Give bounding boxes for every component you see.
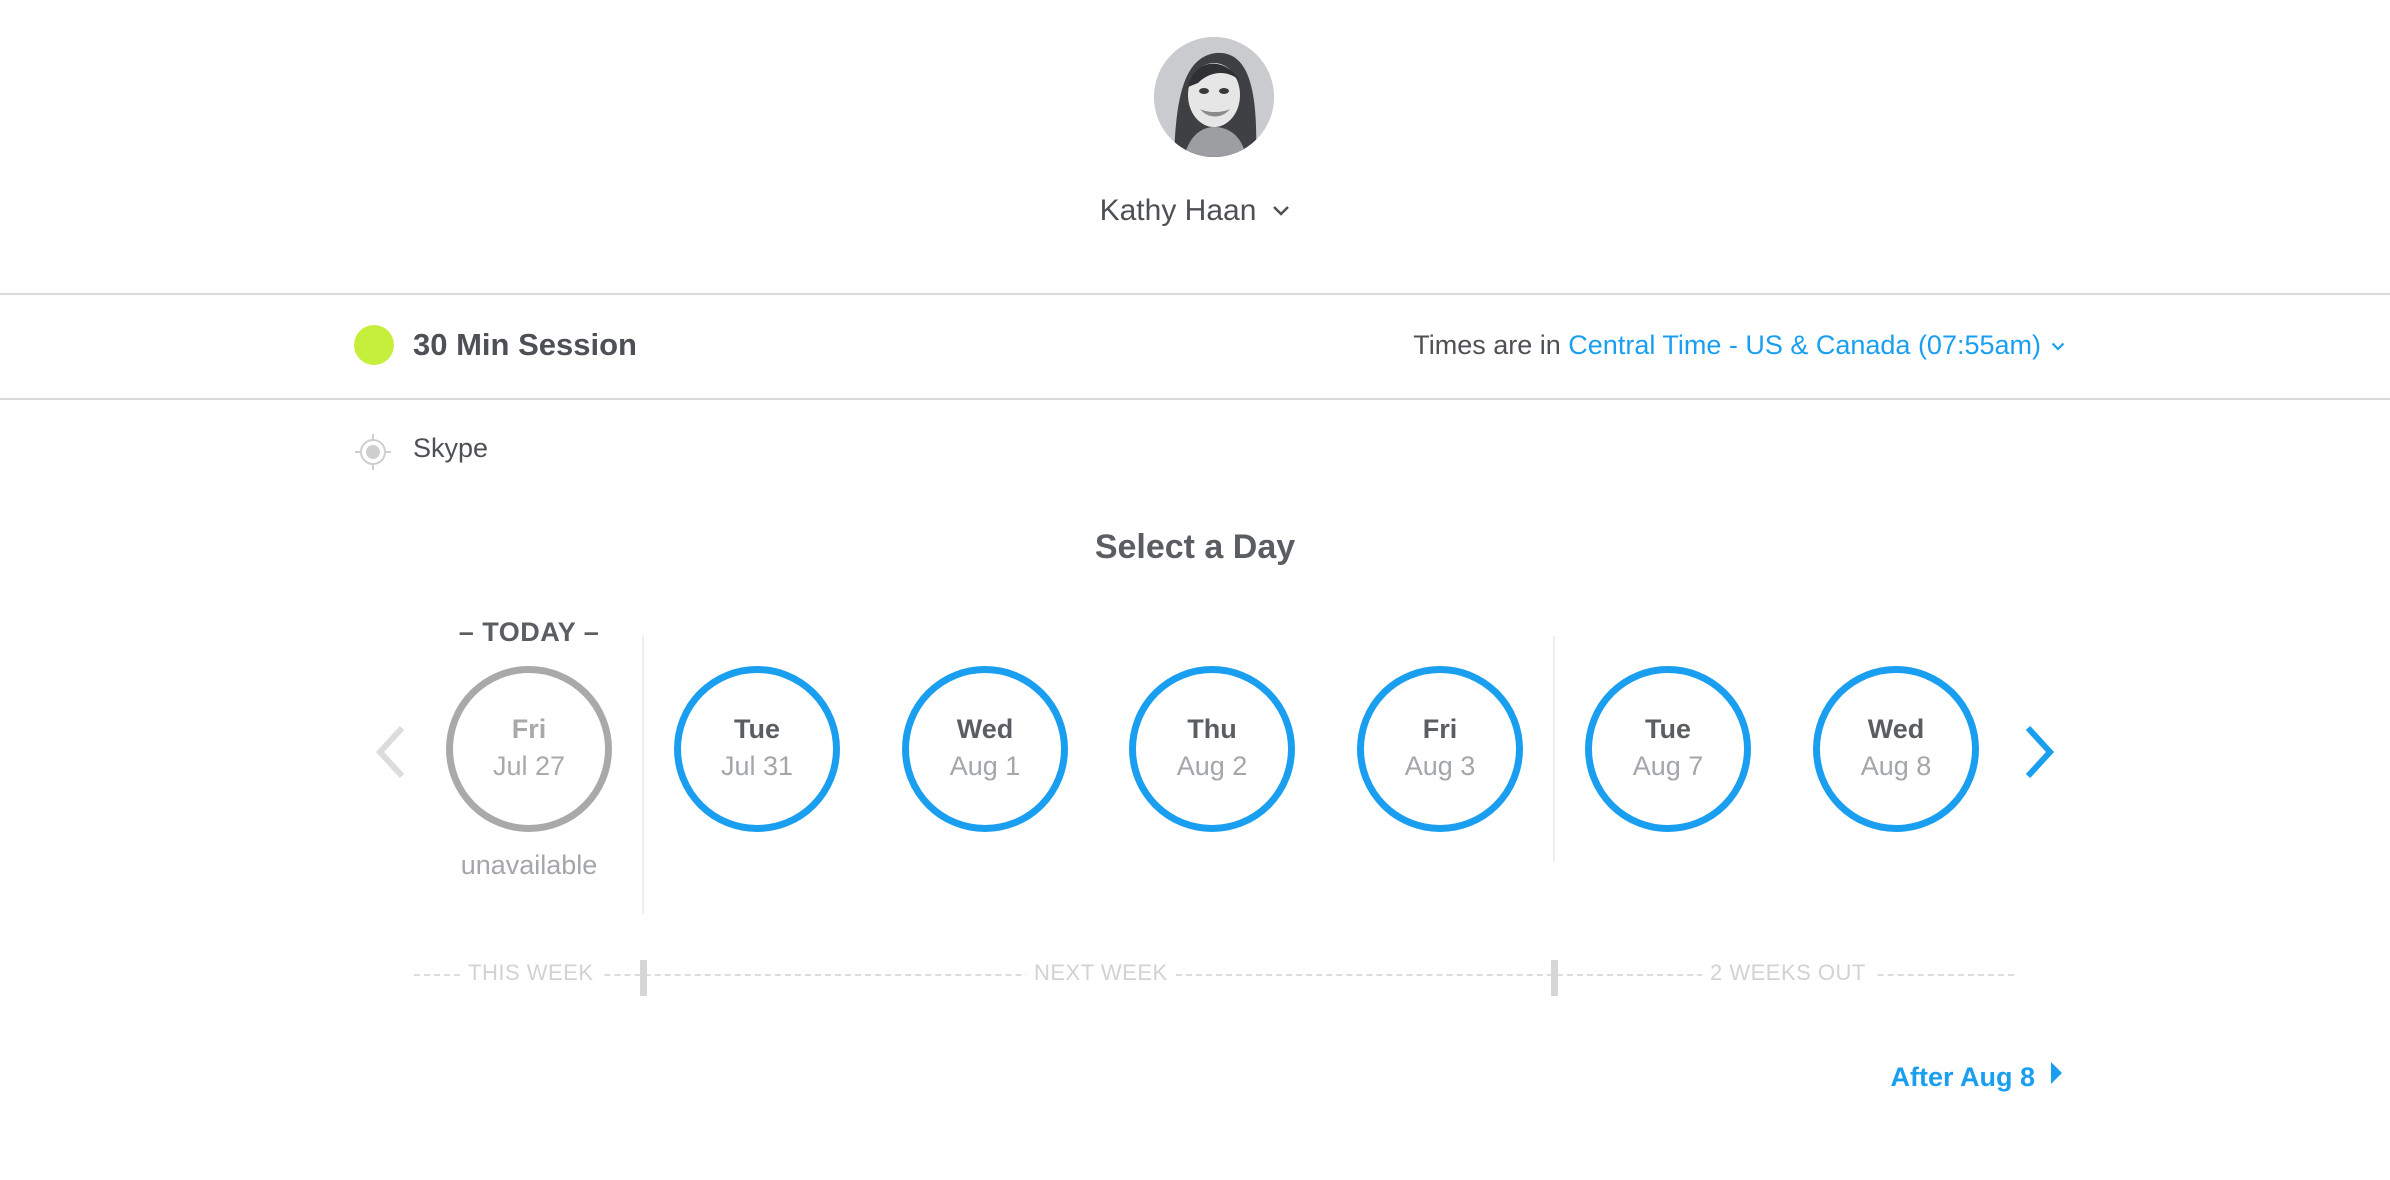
week-separator [1553,636,1555,862]
day-name: Fri [1422,714,1458,744]
scheduling-page: Kathy Haan 30 Min Session Times are in C… [0,0,2390,1180]
this-week-label: THIS WEEK [460,960,602,986]
day-name: Fri [511,714,547,744]
week-tick [640,960,647,996]
chevron-down-icon [1272,190,1290,224]
week-separator [642,636,644,914]
day-tue-aug-7[interactable]: Tue Aug 7 [1585,666,1751,832]
host-selector[interactable]: Kathy Haan [0,190,2390,228]
location-label: Skype [413,433,489,463]
day-fri-jul-27: Fri Jul 27 [446,666,612,832]
day-thu-aug-2[interactable]: Thu Aug 2 [1129,666,1295,832]
after-date-link[interactable]: After Aug 8 [1890,1062,2062,1093]
day-name: Wed [1867,714,1925,744]
avatar-photo [1154,37,1274,157]
day-date: Aug 3 [1404,751,1476,781]
select-day-title: Select a Day [1094,528,1296,566]
day-date: Aug 8 [1860,751,1932,781]
day-date: Aug 1 [949,751,1021,781]
today-label: – TODAY – [458,617,600,647]
chevron-down-icon [2051,327,2065,358]
host-avatar [1154,37,1274,157]
week-tick [1551,960,1558,996]
two-weeks-out-label: 2 WEEKS OUT [1702,960,1874,986]
day-name: Tue [1645,714,1691,744]
after-date-label: After Aug 8 [1890,1062,2035,1092]
day-wed-aug-1[interactable]: Wed Aug 1 [902,666,1068,832]
day-wed-aug-8[interactable]: Wed Aug 8 [1813,666,1979,832]
timezone-prefix: Times are in [1413,330,1561,360]
timezone-value: Central Time - US & Canada (07:55am) [1568,330,2041,360]
day-date: Jul 27 [492,751,566,781]
chevron-left-icon [375,725,405,779]
day-date: Aug 7 [1632,751,1704,781]
event-divider [0,398,2390,400]
day-name: Wed [956,714,1014,744]
day-fri-aug-3[interactable]: Fri Aug 3 [1357,666,1523,832]
next-week-label: NEXT WEEK [1026,960,1176,986]
timezone-info: Times are in Central Time - US & Canada … [1413,327,2065,361]
next-days-button[interactable] [2012,722,2062,782]
week-timeline: THIS WEEK NEXT WEEK 2 WEEKS OUT [414,960,2014,1000]
caret-right-icon [2051,1062,2062,1084]
unavailable-label: unavailable [460,850,598,880]
day-name: Tue [734,714,780,744]
day-tue-jul-31[interactable]: Tue Jul 31 [674,666,840,832]
day-date: Jul 31 [720,751,794,781]
host-name: Kathy Haan [1099,194,1257,227]
day-date: Aug 2 [1176,751,1248,781]
event-name: 30 Min Session [413,327,637,362]
day-name: Thu [1187,714,1237,744]
previous-days-button[interactable] [368,722,418,782]
event-color-dot [354,325,394,365]
location-icon [353,432,393,472]
chevron-right-icon [2025,725,2055,779]
timezone-selector[interactable]: Central Time - US & Canada (07:55am) [1568,330,2065,360]
header-divider [0,293,2390,295]
